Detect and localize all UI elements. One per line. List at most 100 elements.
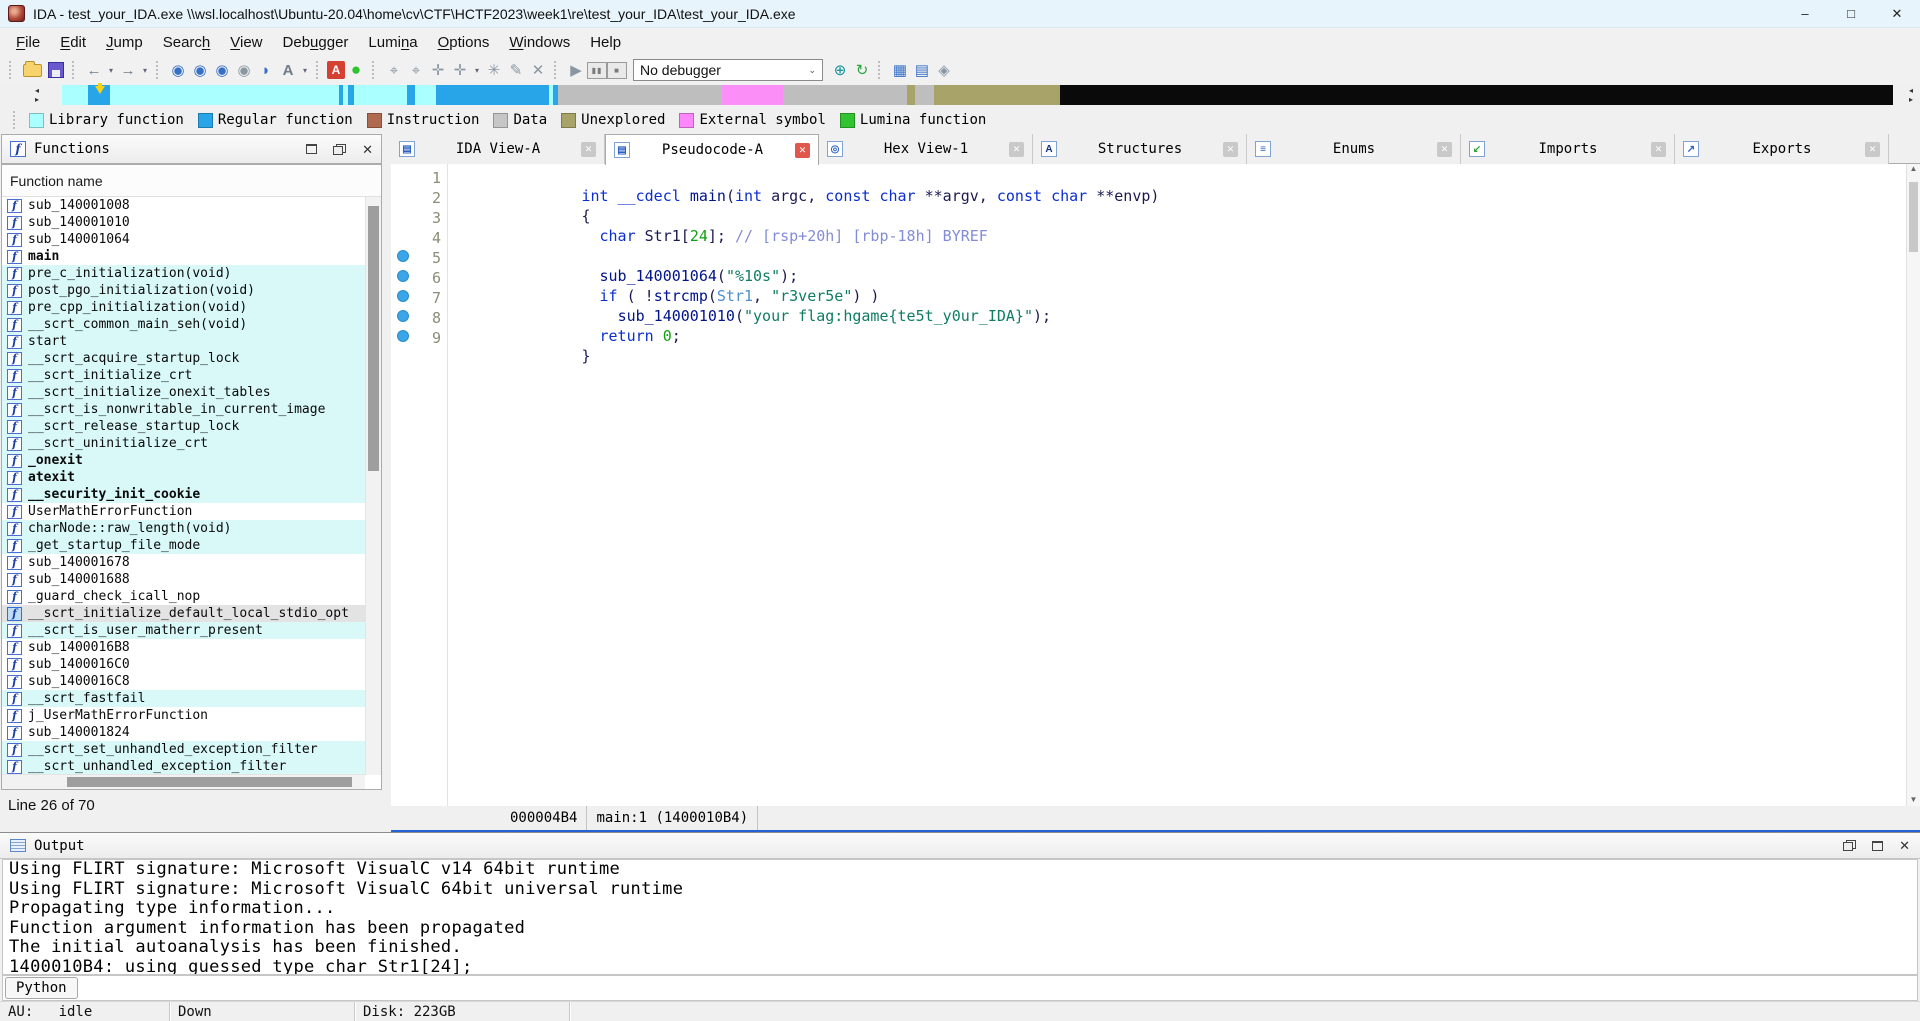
function-row[interactable]: f _onexit	[2, 452, 365, 469]
output-float-icon[interactable]	[1843, 840, 1856, 851]
functions-hscroll-thumb[interactable]	[67, 777, 352, 787]
function-row[interactable]: f __scrt_initialize_onexit_tables	[2, 384, 365, 401]
back-history-dropdown[interactable]: ▾	[106, 59, 116, 81]
function-row[interactable]: f __scrt_common_main_seh(void)	[2, 316, 365, 333]
forward-history-dropdown[interactable]: ▾	[140, 59, 150, 81]
function-row[interactable]: f sub_140001824	[2, 724, 365, 741]
maximize-button[interactable]: □	[1828, 0, 1874, 27]
tab-imports[interactable]: ↙ Imports ✕	[1461, 134, 1675, 164]
lumina-sphere-icon[interactable]: ●	[346, 59, 366, 81]
function-row[interactable]: f pre_cpp_initialization(void)	[2, 299, 365, 316]
navband-arrow-left2-icon[interactable]: ◂	[1909, 86, 1913, 95]
address-dot-icon[interactable]	[391, 329, 415, 347]
crescent-icon[interactable]: ◗	[256, 59, 276, 81]
tab-enums[interactable]: ≡ Enums ✕	[1247, 134, 1461, 164]
menu-file[interactable]: File	[6, 31, 50, 54]
menu-windows[interactable]: Windows	[499, 31, 580, 54]
address-dot-icon[interactable]	[391, 309, 415, 327]
function-row[interactable]: f post_pgo_initialization(void)	[2, 282, 365, 299]
pause-process-icon[interactable]: ▮▮	[587, 62, 607, 79]
pseudocode-view[interactable]: 1 int __cdecl main(int argc, const char …	[391, 164, 1920, 806]
create-struct-icon[interactable]: ✛	[450, 59, 470, 81]
function-row[interactable]: f __scrt_unhandled_exception_filter	[2, 758, 365, 775]
navband-segment[interactable]	[354, 85, 407, 105]
navband-segment[interactable]	[110, 85, 339, 105]
tab-close-icon[interactable]: ✕	[795, 143, 810, 158]
function-row[interactable]: f __scrt_is_user_matherr_present	[2, 622, 365, 639]
output-close-icon[interactable]: ✕	[1899, 839, 1910, 852]
functions-vscroll-thumb[interactable]	[368, 206, 379, 471]
toolbar-grip[interactable]	[9, 61, 15, 79]
python-cli-button[interactable]: Python	[5, 977, 78, 999]
navband-scroll-arrows-right[interactable]: ◂ ▸	[1904, 84, 1918, 106]
function-row[interactable]: f __security_init_cookie	[2, 486, 365, 503]
refresh-icon[interactable]: ↻	[852, 59, 872, 81]
tab-close-icon[interactable]: ✕	[581, 142, 596, 157]
search-sequence-icon[interactable]: ◉	[190, 59, 210, 81]
navigation-band[interactable]	[0, 85, 1920, 105]
menu-lumina[interactable]: Lumina	[358, 31, 427, 54]
function-row[interactable]: f __scrt_release_startup_lock	[2, 418, 365, 435]
function-row[interactable]: f __scrt_acquire_startup_lock	[2, 350, 365, 367]
breakpoints-icon[interactable]: ◈	[934, 59, 954, 81]
column-header-function-name[interactable]: Function name	[2, 165, 381, 197]
undefine-icon[interactable]: ✕	[528, 59, 548, 81]
tab-close-icon[interactable]: ✕	[1437, 142, 1452, 157]
navband-segment[interactable]	[915, 85, 934, 105]
minimize-button[interactable]: –	[1782, 0, 1828, 27]
toolbar-grip[interactable]	[878, 61, 884, 79]
start-process-icon[interactable]: ▶	[566, 59, 586, 81]
function-row[interactable]: f sub_140001688	[2, 571, 365, 588]
panel-close-icon[interactable]: ✕	[362, 143, 373, 156]
toolbar-grip[interactable]	[72, 61, 78, 79]
tab-pseudocode-a[interactable]: ▤ Pseudocode-A ✕	[605, 134, 819, 165]
navband-arrow-right2-icon[interactable]: ▸	[1909, 95, 1913, 104]
function-row[interactable]: f atexit	[2, 469, 365, 486]
toolbar-grip[interactable]	[156, 61, 162, 79]
function-row[interactable]: f start	[2, 333, 365, 350]
function-row[interactable]: f sub_1400016C8	[2, 673, 365, 690]
function-row[interactable]: f __scrt_is_nonwritable_in_current_image	[2, 401, 365, 418]
functions-vertical-scrollbar[interactable]	[365, 197, 381, 775]
functions-horizontal-scrollbar[interactable]	[2, 774, 365, 789]
navband-segment[interactable]	[1060, 85, 1893, 105]
navband-segment[interactable]	[934, 85, 1060, 105]
navband-segment[interactable]	[62, 85, 88, 105]
address-dot-icon[interactable]	[391, 269, 415, 287]
search-binoculars-icon[interactable]: ◉	[168, 59, 188, 81]
function-row[interactable]: f sub_140001678	[2, 554, 365, 571]
edit-icon[interactable]: ✎	[506, 59, 526, 81]
function-row[interactable]: f charNode::raw_length(void)	[2, 520, 365, 537]
search-again-icon[interactable]: ◉	[234, 59, 254, 81]
address-dot-icon[interactable]	[391, 249, 415, 267]
function-row[interactable]: f __scrt_initialize_crt	[2, 367, 365, 384]
stop-process-icon[interactable]: ■	[607, 62, 627, 79]
rename-dropdown[interactable]: ▾	[300, 59, 310, 81]
function-row[interactable]: f UserMathErrorFunction	[2, 503, 365, 520]
menu-edit[interactable]: Edit	[50, 31, 96, 54]
navband-segment[interactable]	[722, 85, 783, 105]
function-row[interactable]: f pre_c_initialization(void)	[2, 265, 365, 282]
panel-float-icon[interactable]	[333, 144, 346, 155]
function-row[interactable]: f sub_140001064	[2, 231, 365, 248]
navigate-forward-icon[interactable]: →	[118, 59, 138, 81]
tab-hex-view-1[interactable]: ◎ Hex View-1 ✕	[819, 134, 1033, 164]
navband-segment[interactable]	[415, 85, 436, 105]
save-icon[interactable]	[48, 62, 64, 78]
function-row[interactable]: f __scrt_fastfail	[2, 690, 365, 707]
tab-close-icon[interactable]: ✕	[1223, 142, 1238, 157]
address-dot-icon[interactable]	[391, 289, 415, 307]
navband-segment[interactable]	[558, 85, 722, 105]
scroll-up-icon[interactable]: ▲	[1910, 164, 1918, 173]
navband-segment[interactable]	[907, 85, 915, 105]
menu-search[interactable]: Search	[153, 31, 221, 54]
output-maximize-icon[interactable]	[1872, 841, 1883, 851]
toolbar-grip[interactable]	[554, 61, 560, 79]
asterisk-icon[interactable]: ✳	[484, 59, 504, 81]
create-code-icon[interactable]: ⌖	[384, 59, 404, 81]
panel-splitter[interactable]	[383, 134, 391, 832]
toolbar-grip[interactable]	[316, 61, 322, 79]
output-log[interactable]: Using FLIRT signature: Microsoft VisualC…	[2, 859, 1918, 975]
create-dropdown[interactable]: ▾	[472, 59, 482, 81]
toolbar-grip[interactable]	[372, 61, 378, 79]
